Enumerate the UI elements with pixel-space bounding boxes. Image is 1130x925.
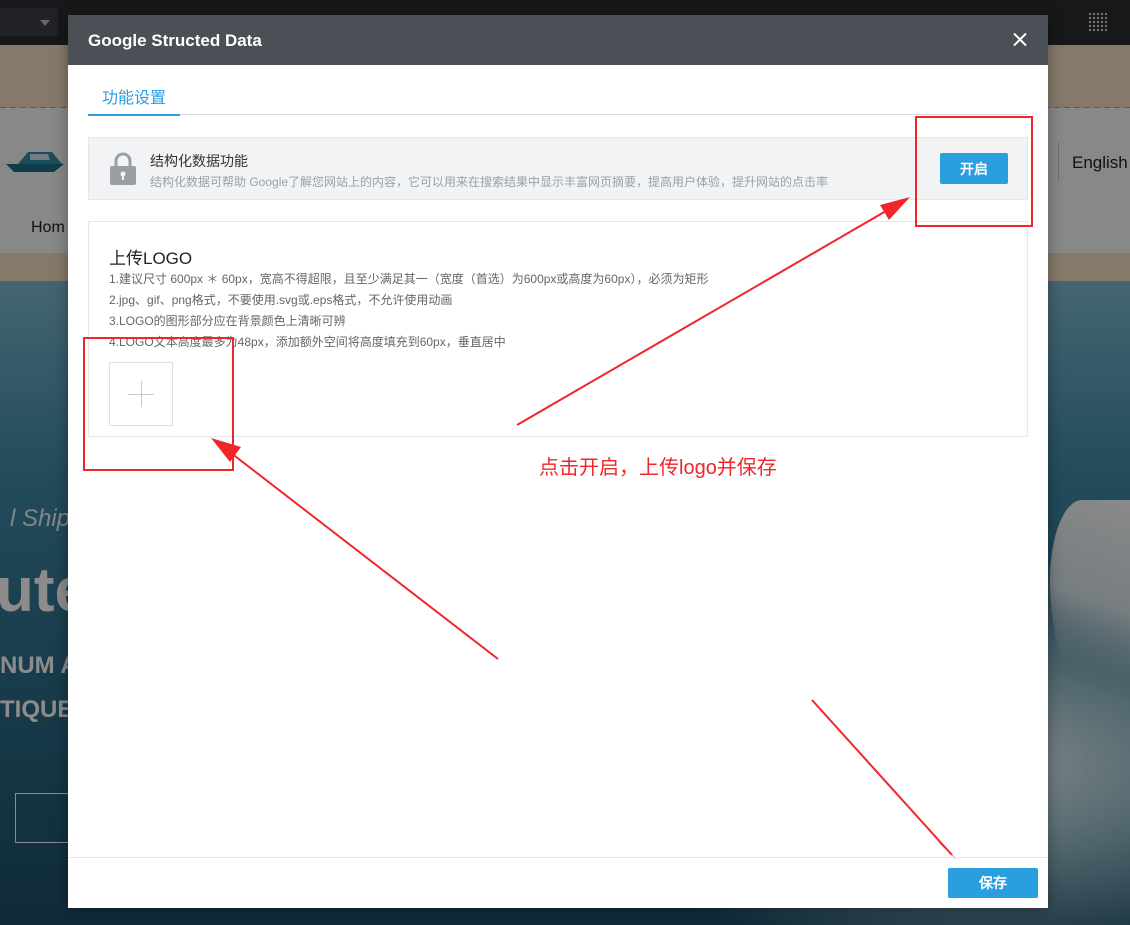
arrow-to-enable [516,199,906,426]
arrow-head-enable [880,197,910,220]
arrow-head-save [936,840,957,860]
arrow-to-save [811,699,953,856]
annotation-arrows [211,197,957,860]
arrow-to-upload [217,442,499,660]
